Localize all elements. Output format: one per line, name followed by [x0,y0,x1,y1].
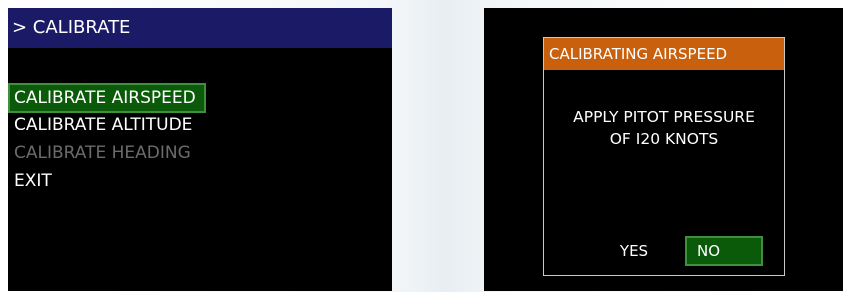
menu-item-calibrate-airspeed[interactable]: CALIBRATE AIRSPEED [8,83,206,113]
calibrate-menu-screen: > CALIBRATE CALIBRATE AIRSPEED CALIBRATE… [8,8,392,291]
dialog-message: APPLY PITOT PRESSURE OF I20 KNOTS [573,108,755,148]
dialog-title: CALIBRATING AIRSPEED [544,38,784,70]
menu-item-calibrate-altitude[interactable]: CALIBRATE ALTITUDE [8,111,392,139]
menu-item-exit[interactable]: EXIT [8,167,392,195]
menu-header: > CALIBRATE [8,8,392,48]
yes-button[interactable]: YES [604,236,664,266]
calibrating-airspeed-dialog: CALIBRATING AIRSPEED APPLY PITOT PRESSUR… [543,37,785,276]
calibrating-screen: CALIBRATING AIRSPEED APPLY PITOT PRESSUR… [484,8,843,291]
menu-item-calibrate-heading: CALIBRATE HEADING [14,143,191,163]
no-button[interactable]: NO [685,236,763,266]
calibrate-menu: CALIBRATE AIRSPEED CALIBRATE ALTITUDE CA… [8,83,392,195]
